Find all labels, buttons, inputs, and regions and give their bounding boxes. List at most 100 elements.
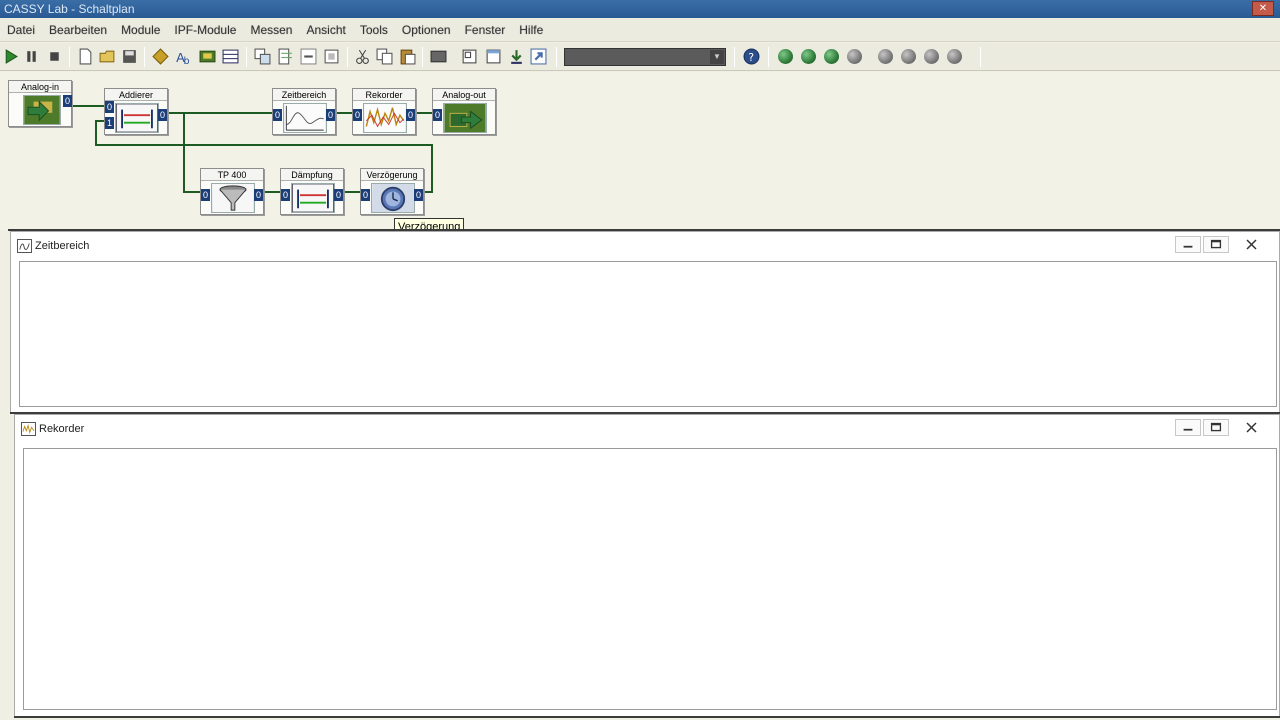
module-icon[interactable] (152, 48, 169, 65)
arrange-icon[interactable] (300, 48, 317, 65)
input-port[interactable]: 0 (433, 109, 442, 121)
menu-hilfe[interactable]: Hilfe (512, 23, 550, 37)
output-port[interactable]: 0 (334, 189, 343, 201)
module-tp400[interactable]: TP 400 0 0 (200, 168, 264, 215)
channel-led-8[interactable] (947, 49, 962, 64)
output-port[interactable]: 0 (326, 109, 335, 121)
window-titlebar[interactable]: Zeitbereich (11, 232, 1279, 260)
maximize-icon[interactable] (1203, 419, 1229, 436)
output-port[interactable]: 0 (158, 109, 167, 121)
module-verzoegerung[interactable]: Verzögerung 0 0 (360, 168, 424, 215)
menu-ipf-module[interactable]: IPF-Module (167, 23, 243, 37)
module-title: Analog-in (9, 81, 71, 93)
table-icon[interactable] (222, 48, 239, 65)
module-zeitbereich[interactable]: Zeitbereich 0 0 (272, 88, 336, 135)
module-title: TP 400 (201, 169, 263, 181)
menu-tools[interactable]: Tools (353, 23, 395, 37)
window-title: Rekorder (39, 423, 85, 435)
toolbar-separator (556, 47, 557, 67)
input-port[interactable]: 0 (201, 189, 210, 201)
analog-in-icon (23, 95, 61, 125)
export-icon[interactable] (508, 48, 525, 65)
input-port[interactable]: 0 (273, 109, 282, 121)
svg-text:?: ? (748, 51, 754, 64)
measurement-combo[interactable]: ▼ (564, 48, 726, 66)
window-title: CASSY Lab - Schaltplan (4, 2, 135, 16)
menu-module[interactable]: Module (114, 23, 167, 37)
input-port[interactable]: 1 (105, 117, 114, 129)
close-icon[interactable] (1239, 236, 1265, 253)
module-analog-out[interactable]: Analog-out 0 (432, 88, 496, 135)
minimize-icon[interactable] (1175, 236, 1201, 253)
time-domain-icon (283, 103, 327, 133)
zeitbereich-plot-area[interactable] (19, 261, 1277, 407)
window-titlebar[interactable]: Rekorder (15, 415, 1279, 443)
module-daempfung[interactable]: Dämpfung 0 0 (280, 168, 344, 215)
wiring (72, 105, 433, 193)
menu-fenster[interactable]: Fenster (458, 23, 513, 37)
import-icon[interactable] (530, 48, 547, 65)
tile-icon[interactable] (254, 48, 271, 65)
channel-led-1[interactable] (778, 49, 793, 64)
module-rekorder[interactable]: Rekorder 0 0 (352, 88, 416, 135)
adder-icon (115, 103, 159, 133)
window-icon[interactable] (485, 48, 502, 65)
channel-led-7[interactable] (924, 49, 939, 64)
close-icon[interactable]: ✕ (1252, 1, 1274, 16)
channel-led-3[interactable] (824, 49, 839, 64)
input-port[interactable]: 0 (353, 109, 362, 121)
pause-icon[interactable] (23, 48, 40, 65)
rekorder-plot-area[interactable] (23, 448, 1277, 710)
input-port[interactable]: 0 (281, 189, 290, 201)
save-icon[interactable] (121, 48, 138, 65)
module-addierer[interactable]: Addierer 0 1 0 (104, 88, 168, 135)
module-title: Analog-out (433, 89, 495, 101)
input-port[interactable]: 0 (361, 189, 370, 201)
channel-led-2[interactable] (801, 49, 816, 64)
cut-icon[interactable] (354, 48, 371, 65)
output-port[interactable]: 0 (63, 95, 72, 107)
menu-ansicht[interactable]: Ansicht (299, 23, 352, 37)
new-icon[interactable] (77, 48, 94, 65)
recorder-window-icon (21, 422, 36, 436)
minimize-icon[interactable] (1175, 419, 1201, 436)
chevron-down-icon[interactable]: ▼ (710, 50, 724, 64)
frame-icon[interactable] (461, 48, 478, 65)
play-icon[interactable] (2, 48, 19, 65)
module-title: Zeitbereich (273, 89, 335, 101)
output-port[interactable]: 0 (406, 109, 415, 121)
window-rekorder[interactable]: Rekorder (14, 414, 1280, 718)
menu-optionen[interactable]: Optionen (395, 23, 458, 37)
output-port[interactable]: 0 (414, 189, 423, 201)
delay-icon (371, 183, 415, 213)
text-icon[interactable]: Ab (175, 48, 192, 65)
schematic-canvas[interactable]: Analog-in 0 Addierer 0 1 0 Zeitbereich 0… (0, 72, 1280, 230)
channel-led-4[interactable] (847, 49, 862, 64)
module-title: Dämpfung (281, 169, 343, 181)
input-port[interactable]: 0 (105, 101, 114, 113)
image-icon[interactable] (199, 48, 216, 65)
menu-datei[interactable]: Datei (0, 23, 42, 37)
paste-icon[interactable] (399, 48, 416, 65)
stop-icon[interactable] (46, 48, 63, 65)
screen-icon[interactable] (430, 48, 447, 65)
module-title: Addierer (105, 89, 167, 101)
open-icon[interactable] (99, 48, 116, 65)
fit-icon[interactable] (323, 48, 340, 65)
menu-bearbeiten[interactable]: Bearbeiten (42, 23, 114, 37)
maximize-icon[interactable] (1203, 236, 1229, 253)
module-title: Verzögerung (361, 169, 423, 181)
copy-icon[interactable] (376, 48, 393, 65)
channel-led-5[interactable] (878, 49, 893, 64)
help-icon[interactable]: ? (743, 48, 760, 65)
title-bar: CASSY Lab - Schaltplan ✕ (0, 0, 1280, 18)
module-analog-in[interactable]: Analog-in 0 (8, 80, 72, 127)
output-port[interactable]: 0 (254, 189, 263, 201)
toolbar-separator (734, 47, 735, 67)
menu-messen[interactable]: Messen (243, 23, 299, 37)
cascade-icon[interactable] (277, 48, 294, 65)
close-icon[interactable] (1239, 419, 1265, 436)
toolbar-separator (422, 47, 423, 67)
window-zeitbereich[interactable]: Zeitbereich (10, 231, 1280, 413)
channel-led-6[interactable] (901, 49, 916, 64)
